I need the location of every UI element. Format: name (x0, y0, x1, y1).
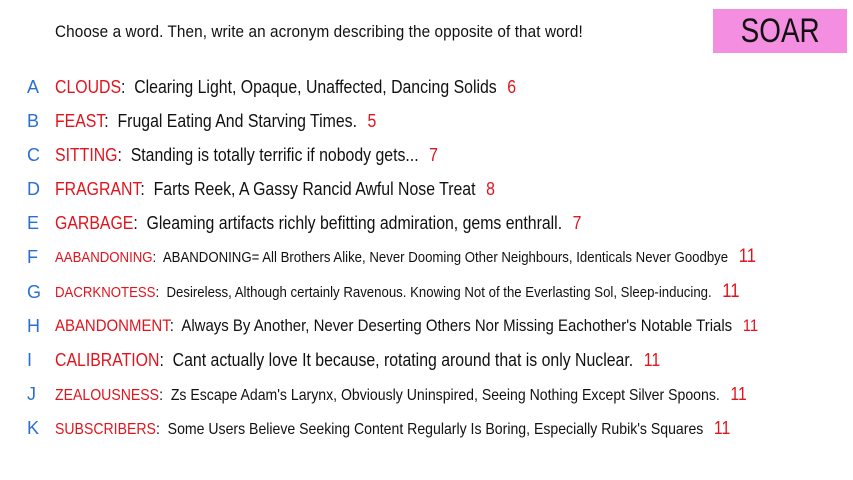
item-content: DACRKNOTESS: Desireless, Although certai… (55, 281, 740, 302)
item-letter: J (27, 383, 36, 404)
item-acronym: Farts Reek, A Gassy Rancid Awful Nose Tr… (153, 178, 476, 199)
item-acronym: Frugal Eating And Starving Times. (117, 110, 357, 131)
item-word: FEAST (55, 110, 105, 131)
item-acronym: Always By Another, Never Deserting Other… (181, 316, 733, 335)
item-content: GARBAGE: Gleaming artifacts richly befit… (55, 212, 582, 233)
item-count: 6 (507, 76, 517, 97)
item-content: CLOUDS: Clearing Light, Opaque, Unaffect… (55, 76, 517, 97)
item-content: SITTING: Standing is totally terrific if… (55, 144, 438, 165)
item-acronym: Clearing Light, Opaque, Unaffected, Danc… (134, 76, 497, 97)
list-item: A CLOUDS: Clearing Light, Opaque, Unaffe… (27, 74, 579, 100)
item-letter: D (27, 178, 40, 199)
item-word: GARBAGE (55, 212, 134, 233)
item-letter: C (27, 144, 40, 165)
item-count: 11 (730, 383, 747, 404)
item-content: ABANDONMENT: Always By Another, Never De… (55, 316, 759, 335)
item-letter: A (27, 76, 40, 97)
item-content: CALIBRATION: Cant actually love It becau… (55, 349, 661, 370)
item-count: 11 (713, 417, 731, 438)
item-acronym: Gleaming artifacts richly befitting admi… (146, 212, 563, 233)
item-letter: I (27, 349, 33, 370)
item-content: ZEALOUSNESS: Zs Escape Adam's Larynx, Ob… (55, 383, 747, 404)
list-item: K SUBSCRIBERS: Some Users Believe Seekin… (27, 415, 822, 441)
item-acronym: Desireless, Although certainly Ravenous.… (166, 284, 712, 301)
item-content: SUBSCRIBERS: Some Users Believe Seeking … (55, 417, 731, 438)
item-acronym: Standing is totally terrific if nobody g… (130, 144, 419, 165)
list-item: J ZEALOUSNESS: Zs Escape Adam's Larynx, … (27, 381, 841, 407)
item-count: 7 (572, 212, 582, 233)
item-word: CALIBRATION (55, 349, 160, 370)
item-count: 8 (486, 178, 495, 199)
item-letter: B (27, 110, 40, 131)
item-letter: E (27, 212, 40, 233)
list-item: B FEAST: Frugal Eating And Starving Time… (27, 108, 420, 134)
item-letter: G (27, 281, 42, 302)
item-content: AABANDONING: ABANDONING= All Brothers Al… (55, 246, 757, 267)
list-item: C SITTING: Standing is totally terrific … (27, 142, 490, 168)
item-acronym: ABANDONING= All Brothers Alike, Never Do… (162, 249, 729, 266)
item-word: ABANDONMENT (55, 316, 170, 335)
list-item: G DACRKNOTESS: Desireless, Although cert… (27, 279, 833, 305)
item-word: CLOUDS (55, 76, 122, 97)
item-word: SITTING (55, 144, 118, 165)
item-word: DACRKNOTESS (55, 284, 156, 301)
list-item: F AABANDONING: ABANDONING= All Brothers … (27, 244, 852, 270)
item-word: AABANDONING (55, 249, 153, 266)
item-count: 11 (738, 246, 757, 267)
item-count: 5 (367, 110, 377, 131)
item-acronym: Cant actually love It because, rotating … (172, 349, 634, 370)
item-word: SUBSCRIBERS (55, 420, 156, 438)
item-count: 11 (722, 281, 740, 302)
item-count: 11 (742, 316, 759, 335)
item-acronym: Zs Escape Adam's Larynx, Obviously Unins… (170, 386, 720, 404)
item-content: FRAGRANT: Farts Reek, A Gassy Rancid Awf… (55, 178, 495, 199)
answer-list: A CLOUDS: Clearing Light, Opaque, Unaffe… (0, 0, 853, 480)
item-letter: H (27, 315, 40, 336)
item-acronym: Some Users Believe Seeking Content Regul… (167, 420, 704, 438)
item-word: ZEALOUSNESS (55, 386, 160, 404)
list-item: H ABANDONMENT: Always By Another, Never … (27, 313, 853, 339)
item-letter: F (27, 246, 38, 267)
item-letter: K (27, 417, 40, 438)
item-word: FRAGRANT (55, 178, 141, 199)
item-content: FEAST: Frugal Eating And Starving Times.… (55, 110, 377, 131)
list-item: E GARBAGE: Gleaming artifacts richly bef… (27, 210, 653, 236)
list-item: I CALIBRATION: Cant actually love It bec… (27, 347, 743, 373)
item-count: 7 (429, 144, 438, 165)
list-item: D FRAGRANT: Farts Reek, A Gassy Rancid A… (27, 176, 555, 202)
item-count: 11 (643, 349, 661, 370)
